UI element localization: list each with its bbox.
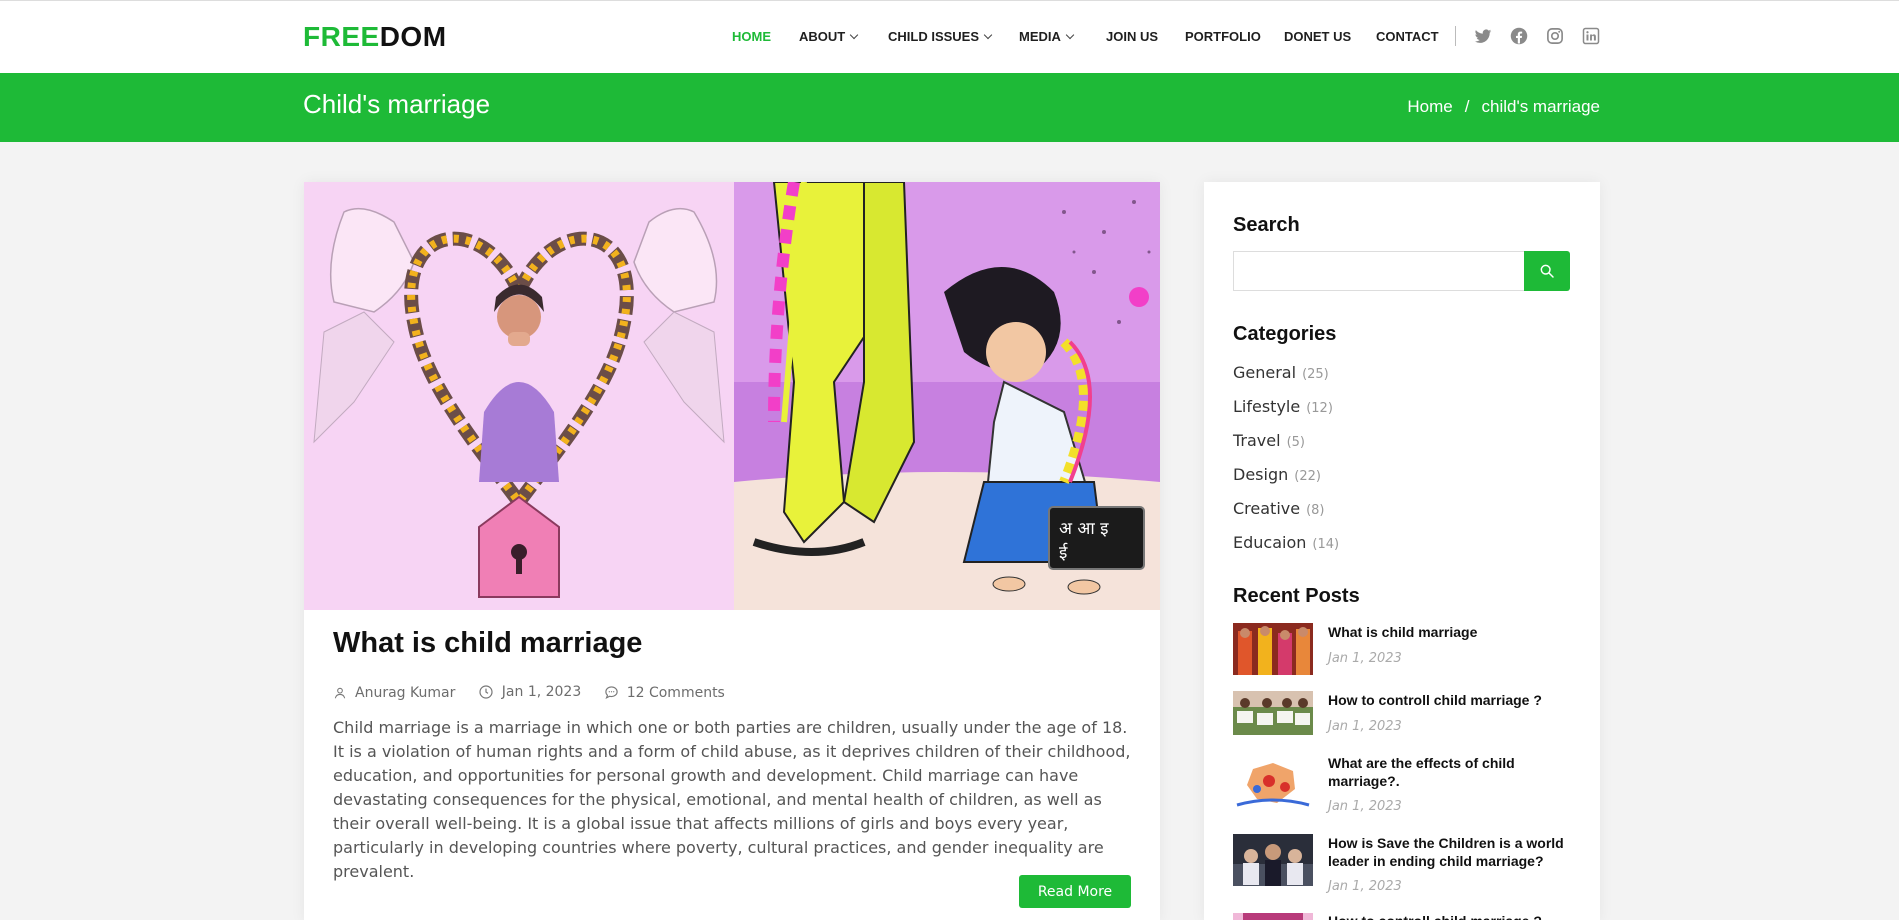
page-title-band: Child's marriage Home / child's marriage	[0, 73, 1899, 142]
recent-post-thumbnail[interactable]	[1233, 913, 1313, 920]
breadcrumb-home[interactable]: Home	[1407, 97, 1452, 116]
recent-post-title[interactable]: What is child marriage	[1328, 623, 1568, 641]
recent-post-title[interactable]: What are the effects of child marriage?.	[1328, 754, 1568, 790]
recent-post-thumbnail[interactable]	[1233, 691, 1313, 735]
nav-donet-us[interactable]: DONET US	[1284, 29, 1351, 44]
breadcrumb-current: child's marriage	[1481, 97, 1600, 116]
linkedin-icon[interactable]	[1582, 27, 1600, 45]
recent-posts-heading: Recent Posts	[1233, 585, 1360, 607]
recent-post-title[interactable]: How to controll child marriage ?	[1328, 912, 1568, 920]
category-item[interactable]: Design (22)	[1233, 465, 1321, 484]
nav-join-us[interactable]: JOIN US	[1106, 29, 1158, 44]
breadcrumb-separator: /	[1464, 97, 1470, 116]
category-name: Educaion	[1233, 533, 1307, 552]
category-name: Creative	[1233, 499, 1301, 518]
post-meta: Anurag Kumar Jan 1, 2023 12 Comments	[333, 684, 743, 704]
search-input[interactable]	[1233, 251, 1525, 291]
recent-post-date: Jan 1, 2023	[1328, 799, 1402, 814]
nav-divider	[1455, 26, 1456, 46]
blog-post-card: अ आ इ ई What is child marriage Anurag Ku…	[304, 182, 1160, 920]
recent-post-thumbnail[interactable]	[1233, 834, 1313, 886]
slate-text-line1: अ आ इ	[1059, 519, 1109, 539]
category-count: (22)	[1294, 469, 1321, 484]
post-title[interactable]: What is child marriage	[333, 627, 642, 660]
search-heading: Search	[1233, 214, 1300, 236]
nav-contact[interactable]: CONTACT	[1376, 29, 1439, 44]
instagram-icon[interactable]	[1546, 27, 1564, 45]
category-count: (12)	[1306, 401, 1333, 416]
nav-child-issues-label: CHILD ISSUES	[888, 29, 980, 44]
nav-portfolio[interactable]: PORTFOLIO	[1185, 29, 1261, 44]
facebook-icon[interactable]	[1510, 27, 1528, 45]
category-name: Lifestyle	[1233, 397, 1301, 416]
post-comments-count: 12 Comments	[626, 684, 725, 701]
recent-post-thumbnail[interactable]	[1233, 623, 1313, 675]
breadcrumb: Home / child's marriage	[1407, 97, 1600, 117]
categories-heading: Categories	[1233, 323, 1337, 345]
post-author-name: Anurag Kumar	[355, 685, 456, 701]
recent-post-title[interactable]: How to controll child marriage ?	[1328, 691, 1568, 709]
post-author[interactable]: Anurag Kumar	[333, 685, 455, 701]
read-more-button[interactable]: Read More	[1019, 875, 1131, 908]
nav-about[interactable]: ABOUT	[799, 29, 859, 44]
recent-post-thumbnail[interactable]	[1233, 759, 1313, 811]
recent-post-date: Jan 1, 2023	[1328, 719, 1402, 734]
chevron-down-icon	[983, 30, 993, 40]
sidebar: Search Categories General (25) Lifestyle (…	[1204, 182, 1600, 920]
recent-post-date: Jan 1, 2023	[1328, 879, 1402, 894]
search-icon	[1540, 264, 1554, 278]
category-item[interactable]: General (25)	[1233, 363, 1329, 382]
post-featured-image[interactable]: अ आ इ ई	[304, 182, 1160, 610]
category-name: Travel	[1233, 431, 1281, 450]
post-date-text: Jan 1, 2023	[501, 684, 582, 700]
post-excerpt: Child marriage is a marriage in which on…	[333, 718, 1131, 881]
nav-home[interactable]: HOME	[732, 29, 771, 44]
post-comments[interactable]: 12 Comments	[604, 685, 725, 701]
category-name: General	[1233, 363, 1297, 382]
category-count: (14)	[1312, 537, 1340, 552]
logo-part-dom: DOM	[379, 21, 447, 52]
category-count: (8)	[1306, 503, 1325, 518]
recent-post-title[interactable]: How is Save the Children is a world lead…	[1328, 834, 1568, 870]
chevron-down-icon	[849, 30, 859, 40]
clock-icon	[479, 685, 493, 699]
post-date: Jan 1, 2023	[478, 684, 581, 700]
search-button[interactable]	[1524, 251, 1570, 291]
recent-post-date: Jan 1, 2023	[1328, 651, 1402, 666]
top-header: FREEDOM HOME ABOUT CHILD ISSUES MEDIA JO…	[0, 0, 1899, 73]
category-name: Design	[1233, 465, 1289, 484]
twitter-icon[interactable]	[1474, 27, 1492, 45]
nav-about-label: ABOUT	[799, 29, 846, 44]
category-item[interactable]: Creative (8)	[1233, 499, 1325, 518]
site-logo[interactable]: FREEDOM	[303, 21, 447, 53]
user-icon	[334, 687, 346, 699]
category-item[interactable]: Lifestyle (12)	[1233, 397, 1333, 416]
chevron-down-icon	[1065, 30, 1075, 40]
nav-media[interactable]: MEDIA	[1019, 29, 1075, 44]
category-count: (5)	[1286, 435, 1305, 450]
slate-text-line2: ई	[1059, 542, 1068, 563]
logo-part-free: FREE	[303, 21, 380, 52]
comment-icon	[605, 686, 618, 699]
category-item[interactable]: Educaion (14)	[1233, 533, 1339, 552]
category-count: (25)	[1302, 367, 1329, 382]
nav-child-issues[interactable]: CHILD ISSUES	[888, 29, 993, 44]
category-item[interactable]: Travel (5)	[1233, 431, 1305, 450]
page-title: Child's marriage	[303, 89, 491, 119]
nav-media-label: MEDIA	[1019, 29, 1061, 44]
